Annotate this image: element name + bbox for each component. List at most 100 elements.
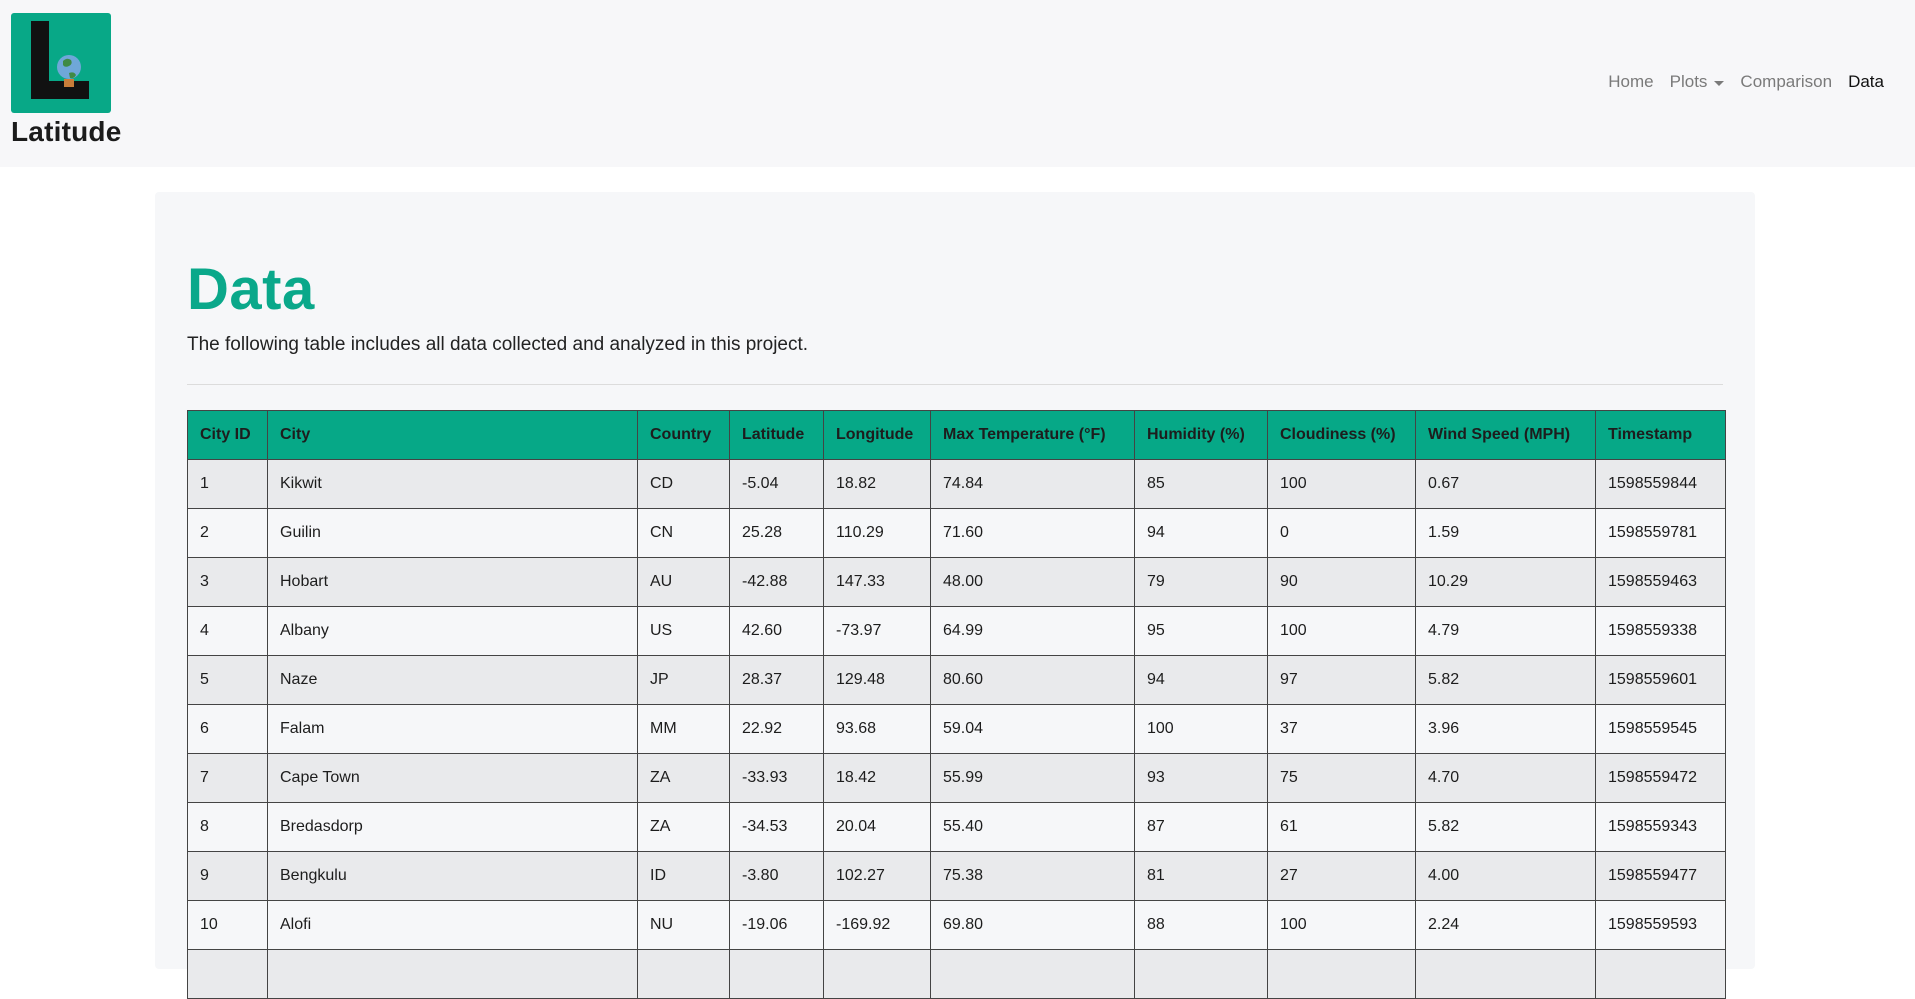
table-cell: 6 [187, 704, 268, 754]
table-cell: 1598559844 [1595, 459, 1726, 509]
table-row: 9 Bengkulu ID -3.80 102.27 75.38 81 27 4.00 15985… [187, 851, 1726, 901]
column-header: City [267, 410, 638, 460]
column-header: Cloudiness (%) [1267, 410, 1416, 460]
table-cell: 1598559781 [1595, 508, 1726, 558]
table-cell: -34.53 [729, 802, 824, 852]
table-cell: 95 [1134, 606, 1268, 656]
table-cell: 28.37 [729, 655, 824, 705]
table-cell: 100 [1267, 459, 1416, 509]
nav-plots-dropdown[interactable]: Plots [1662, 72, 1733, 92]
table-cell: 1.59 [1415, 508, 1596, 558]
table-cell: 18.42 [823, 753, 931, 803]
table-cell: 3.96 [1415, 704, 1596, 754]
table-cell: 27 [1267, 851, 1416, 901]
table-cell: 1598559463 [1595, 557, 1726, 607]
globe-l-logo-icon [11, 13, 111, 113]
table-cell: 37 [1267, 704, 1416, 754]
nav-home[interactable]: Home [1600, 72, 1661, 92]
column-header: Timestamp [1595, 410, 1726, 460]
brand-name: Latitude [11, 116, 122, 147]
table-cell: NU [637, 900, 730, 950]
table-cell: US [637, 606, 730, 656]
table-cell: 1598559472 [1595, 753, 1726, 803]
table-cell: 94 [1134, 508, 1268, 558]
brand-link[interactable]: Latitude [11, 13, 131, 148]
table-cell: 129.48 [823, 655, 931, 705]
table-cell [187, 949, 268, 999]
table-cell: Falam [267, 704, 638, 754]
table-cell: 8 [187, 802, 268, 852]
caret-down-icon [1714, 80, 1725, 86]
table-cell: 48.00 [930, 557, 1135, 607]
table-cell: 97 [1267, 655, 1416, 705]
table-cell: 7 [187, 753, 268, 803]
table-cell: 2 [187, 508, 268, 558]
table-cell [823, 949, 931, 999]
page-description: The following table includes all data co… [187, 334, 809, 355]
column-header: Wind Speed (MPH) [1415, 410, 1596, 460]
table-cell: 64.99 [930, 606, 1135, 656]
table-cell: 75 [1267, 753, 1416, 803]
table-cell: 110.29 [823, 508, 931, 558]
table-cell: 1 [187, 459, 268, 509]
table-cell: -3.80 [729, 851, 824, 901]
table-cell: 93 [1134, 753, 1268, 803]
table-cell: 100 [1267, 900, 1416, 950]
table-cell: 22.92 [729, 704, 824, 754]
nav-data[interactable]: Data [1840, 72, 1892, 92]
table-cell: 75.38 [930, 851, 1135, 901]
table-cell: 102.27 [823, 851, 931, 901]
table-cell: Alofi [267, 900, 638, 950]
table-cell [637, 949, 730, 999]
table-cell [1134, 949, 1268, 999]
table-row: 7 Cape Town ZA -33.93 18.42 55.99 93 75 4.70 1598… [187, 753, 1726, 803]
table-cell: 94 [1134, 655, 1268, 705]
table-cell: 10.29 [1415, 557, 1596, 607]
nav-data-label: Data [1848, 72, 1884, 91]
nav-plots-label: Plots [1669, 72, 1708, 91]
table-cell: CD [637, 459, 730, 509]
table-cell [930, 949, 1135, 999]
table-cell: 9 [187, 851, 268, 901]
table-cell: 0 [1267, 508, 1416, 558]
data-table: City ID City Country Latitude Longitude … [187, 410, 1726, 999]
column-header: Max Temperature (°F) [930, 410, 1135, 460]
table-body: 1 Kikwit CD -5.04 18.82 74.84 85 100 0.67 1598559… [187, 459, 1726, 999]
table-cell: 4.70 [1415, 753, 1596, 803]
data-table-container: City ID City Country Latitude Longitude … [187, 410, 1726, 999]
table-cell: 5 [187, 655, 268, 705]
table-cell: 79 [1134, 557, 1268, 607]
table-cell: JP [637, 655, 730, 705]
table-cell: -33.93 [729, 753, 824, 803]
table-cell: 71.60 [930, 508, 1135, 558]
table-cell: 80.60 [930, 655, 1135, 705]
nav-comparison[interactable]: Comparison [1732, 72, 1840, 92]
column-header: Longitude [823, 410, 931, 460]
table-row: 10 Alofi NU -19.06 -169.92 69.80 88 100 2.24 1598… [187, 900, 1726, 950]
table-cell: Kikwit [267, 459, 638, 509]
table-cell: Guilin [267, 508, 638, 558]
table-cell: 4 [187, 606, 268, 656]
table-cell: 1598559545 [1595, 704, 1726, 754]
table-cell [1415, 949, 1596, 999]
table-cell: ZA [637, 753, 730, 803]
table-cell: 55.99 [930, 753, 1135, 803]
table-row: 3 Hobart AU -42.88 147.33 48.00 79 90 10.29 15985… [187, 557, 1726, 607]
table-cell: Bengkulu [267, 851, 638, 901]
nav-menu: Home Plots Comparison Data [1600, 72, 1892, 92]
table-cell: 4.00 [1415, 851, 1596, 901]
table-cell: 100 [1267, 606, 1416, 656]
table-row: 8 Bredasdorp ZA -34.53 20.04 55.40 87 61 5.82 159… [187, 802, 1726, 852]
table-cell: 1598559343 [1595, 802, 1726, 852]
table-cell: 1598559601 [1595, 655, 1726, 705]
table-cell: 20.04 [823, 802, 931, 852]
table-cell: -19.06 [729, 900, 824, 950]
table-cell: 5.82 [1415, 802, 1596, 852]
table-cell: 18.82 [823, 459, 931, 509]
table-cell: Hobart [267, 557, 638, 607]
table-cell [1595, 949, 1726, 999]
table-cell: 10 [187, 900, 268, 950]
table-cell: 59.04 [930, 704, 1135, 754]
column-header: City ID [187, 410, 268, 460]
column-header: Humidity (%) [1134, 410, 1268, 460]
